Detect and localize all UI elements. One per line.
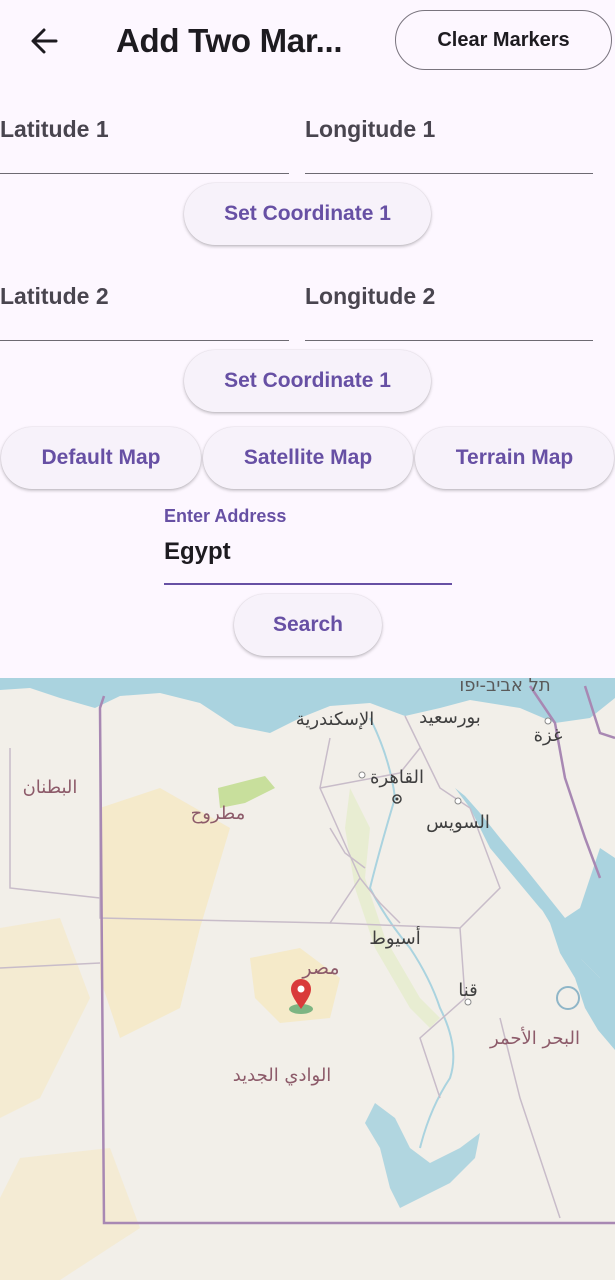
latitude-2-field[interactable]: Latitude 2 (0, 277, 289, 341)
city-dot (454, 797, 462, 805)
satellite-map-button[interactable]: Satellite Map (203, 427, 413, 489)
map-label-assiut: أسيوط (369, 926, 420, 949)
city-dot (358, 771, 366, 779)
address-value[interactable]: Egypt (164, 538, 231, 566)
map-label-batnan: البطنان (23, 777, 78, 798)
map-label-suez: السويس (426, 812, 490, 833)
map-label-egypt: مصر (301, 957, 339, 979)
map-label-portsaid: بورسعيد (419, 707, 481, 728)
longitude-2-label: Longitude 2 (305, 283, 436, 309)
map-label-marsa: مطروح (191, 803, 246, 824)
map-label-cairo: القاهرة (370, 767, 424, 788)
longitude-1-label: Longitude 1 (305, 116, 436, 142)
latitude-2-label: Latitude 2 (0, 283, 109, 309)
address-input[interactable]: Enter Address Egypt (164, 502, 452, 585)
longitude-2-field[interactable]: Longitude 2 (305, 277, 593, 341)
default-map-button[interactable]: Default Map (1, 427, 201, 489)
clear-markers-button[interactable]: Clear Markers (395, 10, 612, 70)
map-label-redsea: البحر الأحمر (489, 1027, 580, 1049)
map-label-telaviv: תל אביב-יפו (459, 678, 550, 696)
arrow-back-icon (31, 28, 58, 54)
latitude-1-label: Latitude 1 (0, 116, 109, 142)
latitude-1-field[interactable]: Latitude 1 (0, 110, 289, 174)
cairo-capital-dot (395, 797, 399, 801)
map-label-gaza: غزة (534, 725, 563, 746)
map-canvas[interactable]: תל אביב-יפו الإسكندرية بورسعيد غزة البطن… (0, 678, 615, 1280)
page-title: Add Two Mar... (116, 22, 343, 59)
map-view[interactable]: תל אביב-יפו الإسكندرية بورسعيد غزة البطن… (0, 678, 615, 1280)
address-label: Enter Address (164, 506, 287, 526)
set-coordinate-2-button[interactable]: Set Coordinate 1 (184, 350, 431, 412)
map-label-alexandria: الإسكندرية (296, 709, 375, 730)
back-button[interactable] (20, 18, 70, 64)
city-dot (544, 717, 552, 725)
map-label-qena: قنا (458, 980, 478, 1001)
map-label-wadi: الوادي الجديد (233, 1065, 332, 1086)
search-button[interactable]: Search (234, 594, 382, 656)
city-dot (464, 998, 472, 1006)
set-coordinate-1-button[interactable]: Set Coordinate 1 (184, 183, 431, 245)
app-bar: Add Two Mar... Clear Markers (0, 0, 615, 82)
longitude-1-field[interactable]: Longitude 1 (305, 110, 593, 174)
terrain-map-button[interactable]: Terrain Map (415, 427, 614, 489)
